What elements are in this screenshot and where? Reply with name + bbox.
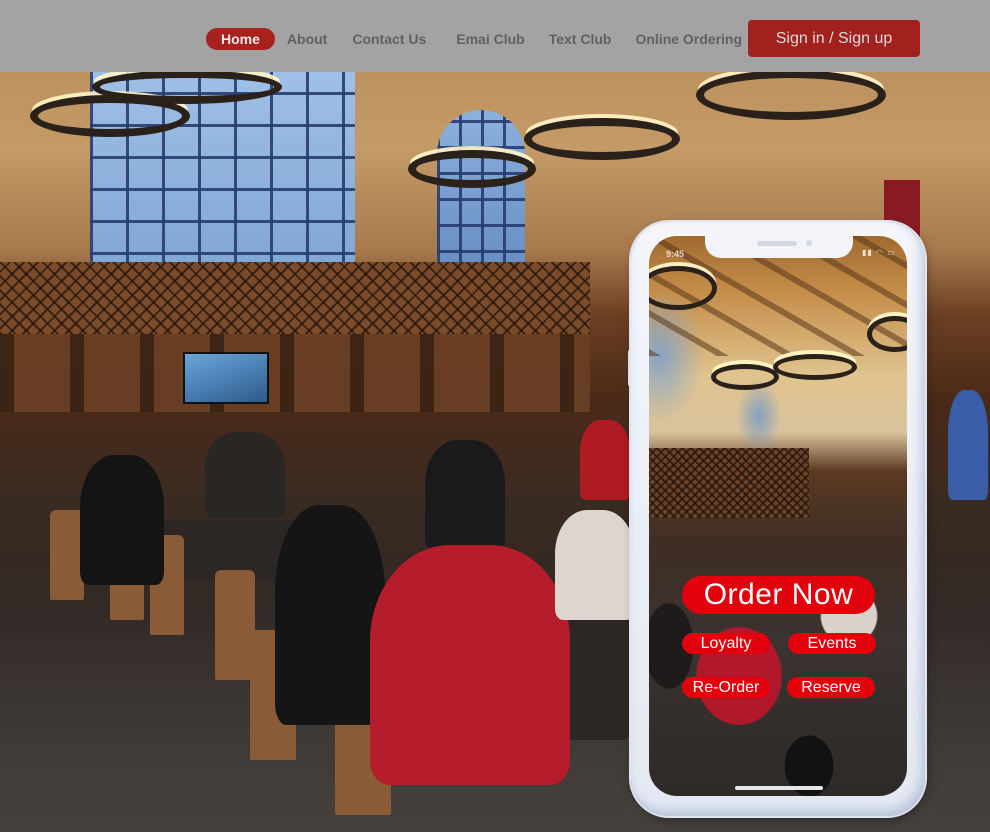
sign-in-sign-up-button[interactable]: Sign in / Sign up [748, 20, 920, 57]
wall-television [183, 352, 269, 404]
speaker-icon [757, 241, 797, 246]
battery-icon: ▭ [887, 248, 896, 257]
nav-link-online-ordering[interactable]: Online Ordering [635, 28, 742, 50]
chandelier [408, 150, 536, 188]
chandelier [92, 70, 282, 104]
chandelier [711, 364, 779, 390]
navbar: Home About Contact Us Emai Club Text Clu… [0, 0, 990, 72]
person [555, 510, 635, 620]
status-bar-icons: ▮▮ ◠ ▭ [862, 248, 896, 257]
status-bar-time: 9:45 [666, 249, 685, 259]
person [425, 440, 505, 550]
chair [215, 570, 255, 680]
phone-notch [705, 236, 853, 258]
order-now-button[interactable]: Order Now [682, 576, 875, 614]
person [275, 505, 385, 725]
person [580, 420, 630, 500]
chair [50, 510, 84, 600]
loyalty-button[interactable]: Loyalty [682, 633, 770, 654]
events-button[interactable]: Events [788, 633, 876, 654]
nav-link-text-club[interactable]: Text Club [549, 28, 612, 50]
chandelier [696, 70, 886, 120]
nav-link-contact-us[interactable]: Contact Us [352, 28, 426, 50]
person [205, 432, 285, 518]
home-indicator [735, 786, 823, 790]
person [948, 390, 988, 500]
nav-link-home[interactable]: Home [206, 28, 275, 50]
reorder-button[interactable]: Re-Order [682, 677, 770, 698]
nav-link-about[interactable]: About [287, 28, 327, 50]
person [370, 545, 570, 785]
reserve-button[interactable]: Reserve [787, 677, 875, 698]
phone-screen [649, 236, 907, 796]
camera-icon [806, 240, 812, 246]
balcony-railing [649, 448, 809, 518]
nav-links: Home About Contact Us Emai Club Text Clu… [206, 28, 742, 50]
person [80, 455, 164, 585]
nav-link-email-club[interactable]: Emai Club [456, 28, 524, 50]
chandelier [773, 354, 857, 380]
balcony-railing [0, 262, 590, 334]
wifi-icon: ◠ [876, 248, 885, 257]
signal-icon: ▮▮ [862, 248, 873, 257]
chandelier [524, 118, 680, 160]
